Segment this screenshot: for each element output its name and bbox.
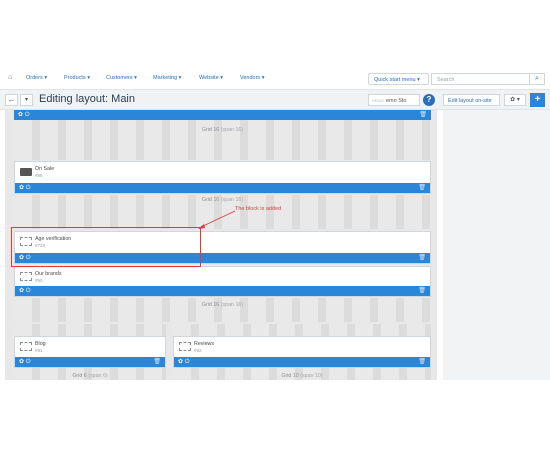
annotation-text: The block is added	[235, 206, 282, 212]
edit-layout-on-site-button[interactable]: Edit layout on-site	[443, 94, 500, 106]
quick-start-menu-button[interactable]: Quick start menu ▾	[368, 73, 429, 85]
highlight-box	[11, 227, 201, 267]
right-sidebar	[443, 110, 550, 380]
products-block-icon	[20, 168, 32, 176]
block-toolbar: ✿ ⏻ 🗑	[15, 183, 430, 193]
search-icon[interactable]: ⌕	[530, 73, 545, 85]
block-icon	[20, 342, 32, 351]
nav-products[interactable]: Products ▾	[64, 75, 90, 81]
trash-icon[interactable]: 🗑	[418, 358, 426, 365]
search-input[interactable]: Search	[431, 73, 530, 85]
store-name: emo Sto	[386, 98, 407, 104]
block-id: #90	[35, 278, 43, 283]
nav-marketing[interactable]: Marketing ▾	[153, 75, 181, 81]
block-settings-icon[interactable]: ✿ ⏻	[18, 111, 29, 119]
block-name: Reviews	[194, 341, 215, 347]
grid-container[interactable]	[14, 120, 431, 160]
trash-icon[interactable]: 🗑	[418, 287, 426, 294]
nav-orders[interactable]: Orders ▾	[26, 75, 47, 81]
block-settings-icon[interactable]: ✿ ⏻	[19, 184, 30, 192]
nav-vendors[interactable]: Vendors ▾	[240, 75, 264, 81]
trash-icon[interactable]: 🗑	[153, 358, 161, 365]
help-icon[interactable]: ?	[423, 94, 435, 106]
top-navigation: ⌂ Orders ▾ Products ▾ Customers ▾ Market…	[0, 70, 550, 88]
storefront-selector[interactable]: DEMO emo Sto	[368, 94, 420, 106]
block-settings-icon[interactable]: ✿ ⏻	[178, 358, 189, 366]
trash-icon[interactable]: 🗑	[418, 254, 426, 261]
block-icon	[20, 272, 32, 281]
block-on-sale[interactable]: On Sale #85 ✿ ⏻ 🗑	[14, 161, 431, 194]
block-our-brands[interactable]: Our brands #90 ✿ ⏻ 🗑	[14, 266, 431, 297]
block-toolbar: ✿ ⏻ 🗑	[15, 286, 430, 296]
block-name: Our brands	[35, 271, 62, 277]
block-id: #91	[35, 348, 43, 353]
block-reviews[interactable]: Reviews #92 ✿ ⏻ 🗑	[173, 336, 431, 368]
block-settings-icon[interactable]: ✿ ⏻	[19, 358, 30, 366]
trash-icon[interactable]: 🗑	[419, 111, 427, 118]
block-name: On Sale	[35, 166, 55, 172]
block-toolbar: ✿ ⏻ 🗑	[15, 357, 165, 367]
chevron-down-icon[interactable]: ▾	[20, 94, 33, 106]
block-id: #92	[194, 348, 202, 353]
page-title: Editing layout: Main	[39, 93, 135, 105]
nav-website[interactable]: Website ▾	[199, 75, 223, 81]
grid-label: Grid 16 (span 16)	[201, 302, 244, 308]
grid-label: Grid 6 (span 6)	[72, 373, 108, 379]
block-icon	[179, 342, 191, 351]
block-id: #85	[35, 173, 43, 178]
store-logo: DEMO	[372, 98, 384, 103]
block-name: Blog	[35, 341, 46, 347]
title-bar: ← ▾ Editing layout: Main DEMO emo Sto ? E…	[0, 89, 550, 110]
grid-label: Grid 16 (span 16)	[201, 127, 244, 133]
trash-icon[interactable]: 🗑	[418, 184, 426, 191]
block-partial: ✿ ⏻ 🗑	[14, 110, 431, 120]
grid-label: Grid 16 (span 16)	[201, 197, 244, 203]
block-blog[interactable]: Blog #91 ✿ ⏻ 🗑	[14, 336, 166, 368]
annotation-arrow	[198, 210, 236, 229]
back-arrow-icon[interactable]: ←	[5, 94, 18, 106]
home-icon[interactable]: ⌂	[8, 74, 15, 81]
add-button[interactable]: +	[530, 93, 545, 107]
block-toolbar: ✿ ⏻ 🗑	[14, 110, 431, 120]
block-settings-icon[interactable]: ✿ ⏻	[19, 287, 30, 295]
gear-icon[interactable]: ✿ ▾	[504, 94, 526, 106]
nav-customers[interactable]: Customers ▾	[106, 75, 137, 81]
grid-label: Grid 10 (span 10)	[281, 373, 323, 379]
block-toolbar: ✿ ⏻ 🗑	[174, 357, 430, 367]
